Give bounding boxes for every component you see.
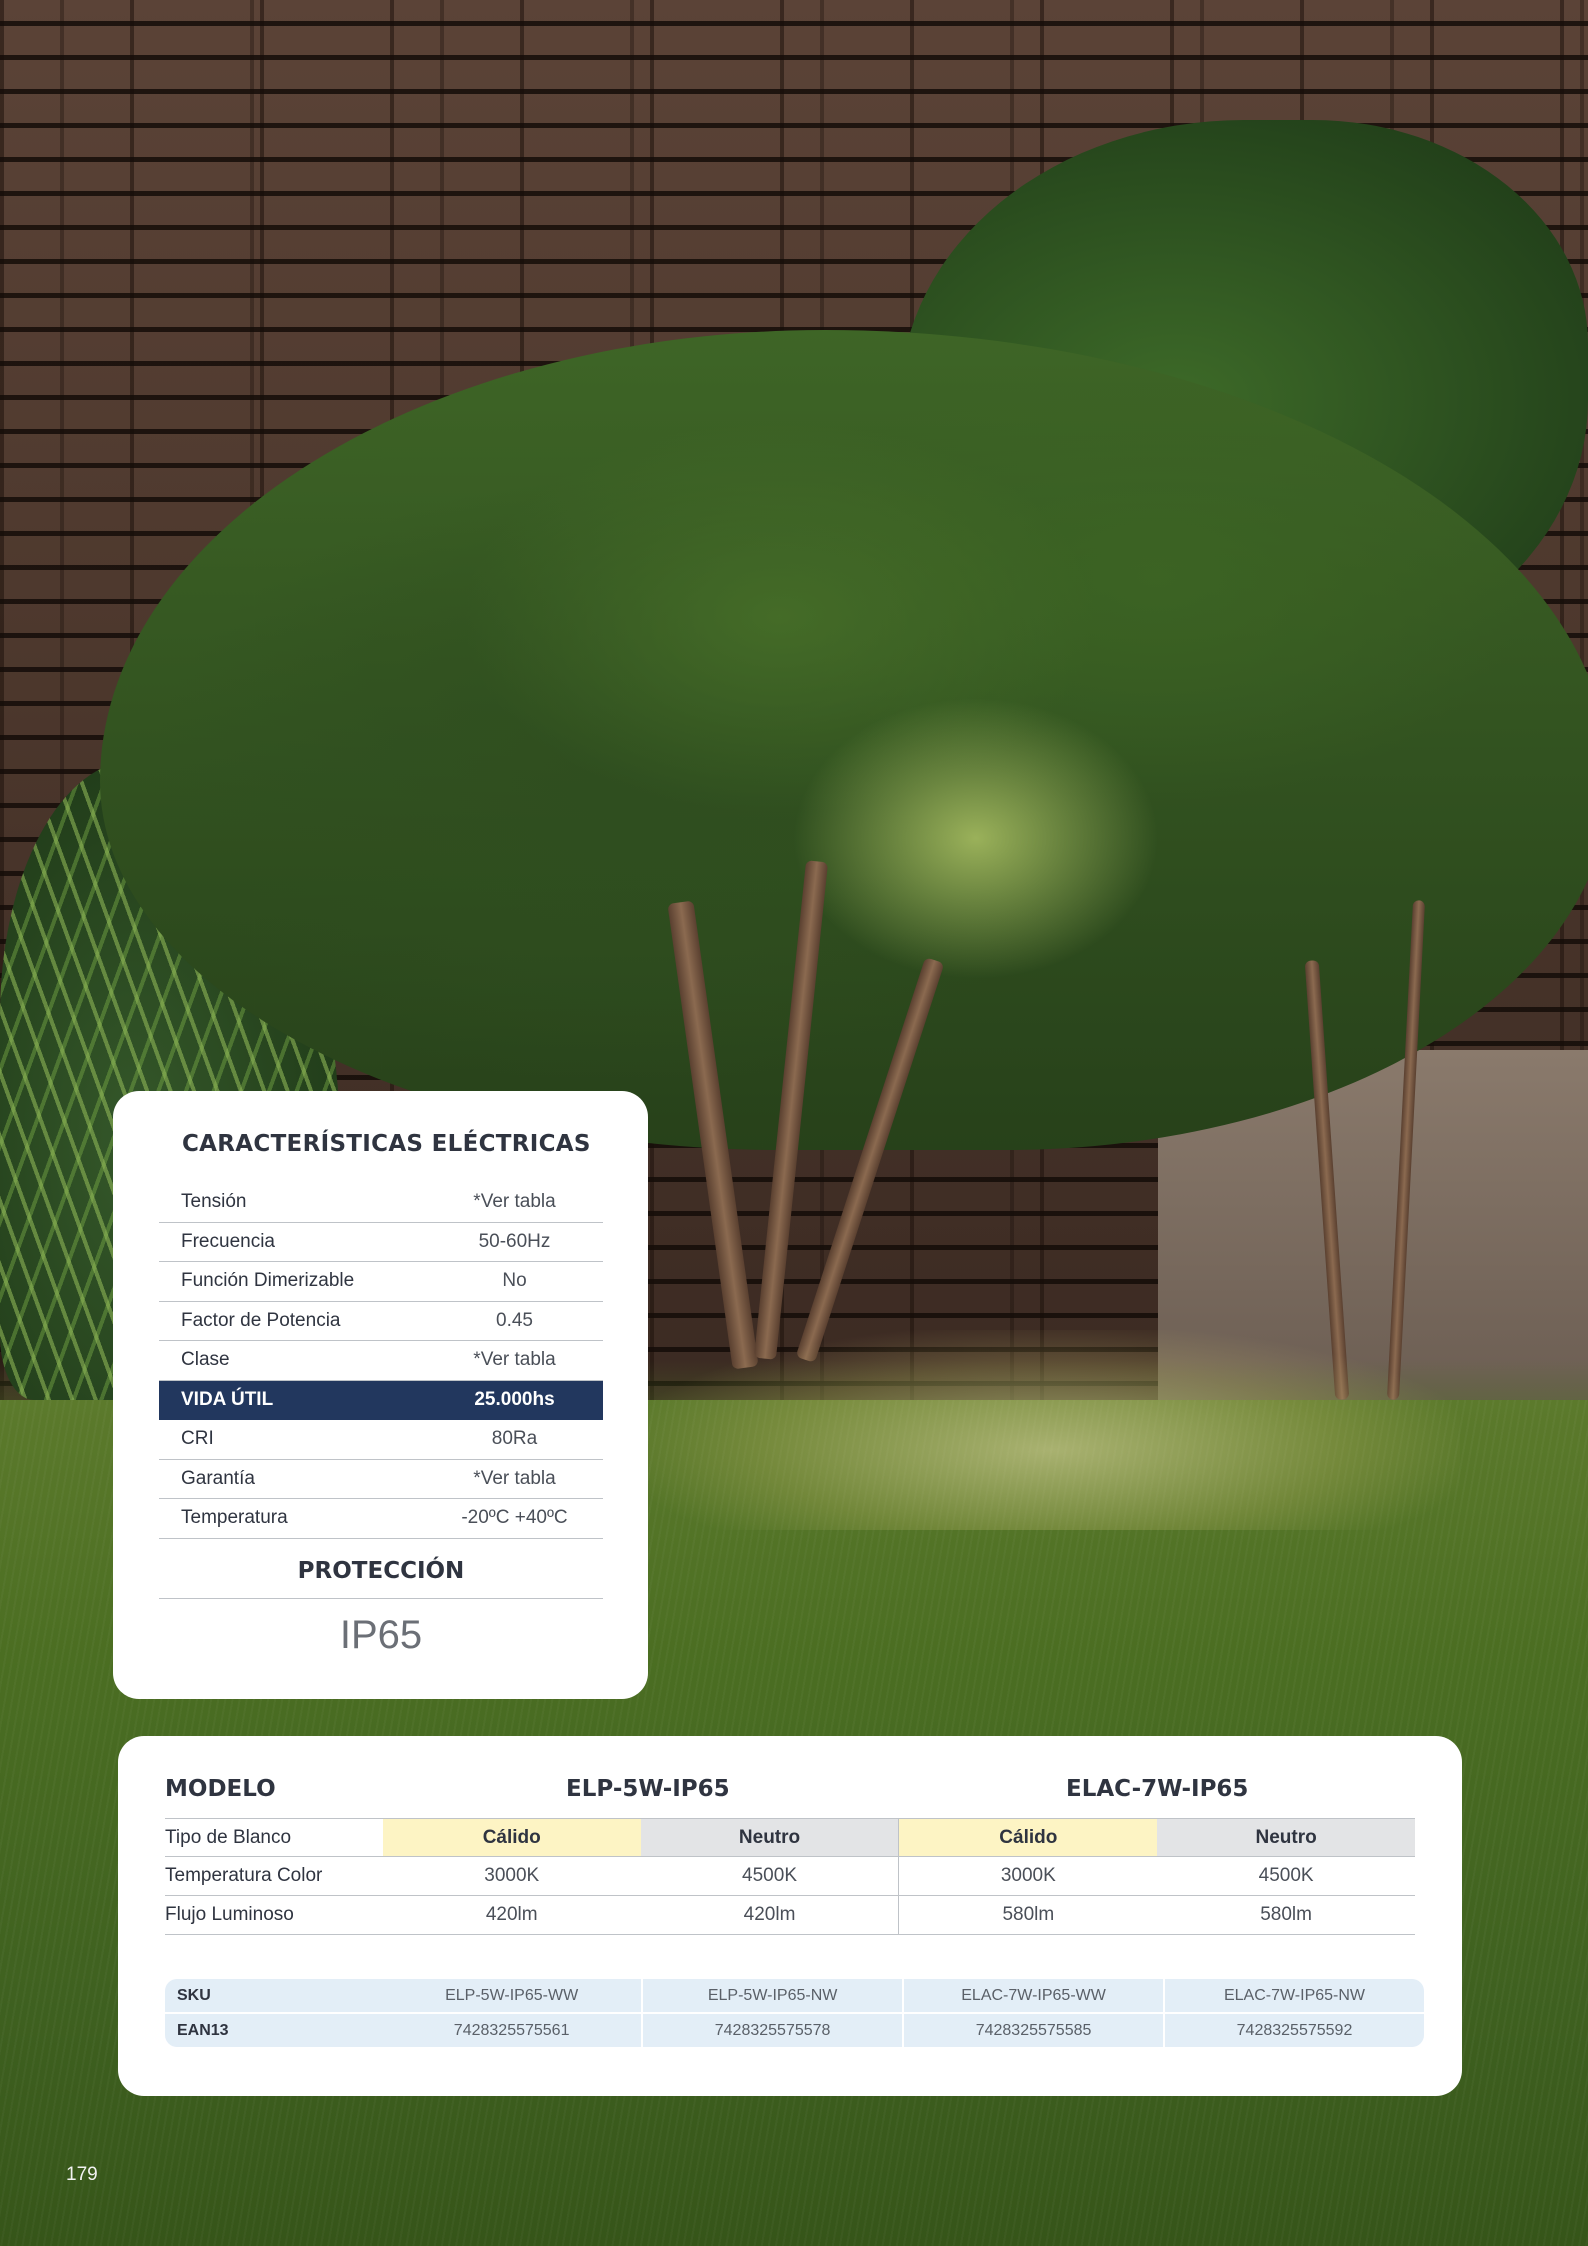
spec-row: Frecuencia 50-60Hz [159,1223,603,1262]
page-number: 179 [66,2164,98,2185]
protection-value: IP65 [339,1613,423,1657]
model-name: ELAC-7W-IP65 [1066,1776,1249,1802]
neutral-cell: Neutro [640,1819,899,1856]
model-specs-card: MODELO ELP-5W-IP65 ELAC-7W-IP65 Tipo de … [118,1736,1462,2096]
spec-row: Temperatura -20ºC +40ºC [159,1499,603,1539]
spec-row-highlighted: VIDA ÚTIL 25.000hs [159,1380,603,1420]
model-header-label: MODELO [165,1776,276,1802]
divider [159,1598,603,1599]
warm-cell: Cálido [382,1819,641,1856]
model-name: ELP-5W-IP65 [566,1776,730,1802]
table-row: Tipo de Blanco Cálido Neutro Cálido Neut… [165,1818,1416,1857]
electrical-specs-title: CARACTERÍSTICAS ELÉCTRICAS [182,1131,591,1157]
protection-title: PROTECCIÓN [297,1558,465,1584]
neutral-cell: Neutro [1157,1819,1416,1856]
spec-row: Función Dimerizable No [159,1262,603,1302]
spec-row: Tensión *Ver tabla [159,1183,603,1223]
spec-row: Clase *Ver tabla [159,1341,603,1381]
sku-row: SKU ELP-5W-IP65-WW ELP-5W-IP65-NW ELAC-7… [165,1979,1424,2012]
table-row: Temperatura Color 3000K 4500K 3000K 4500… [165,1857,1415,1896]
electrical-specs-table: Tensión *Ver tabla Frecuencia 50-60Hz Func… [159,1183,603,1539]
model-specs-table: Tipo de Blanco Cálido Neutro Cálido Neut… [165,1818,1416,1935]
table-row: Flujo Luminoso 420lm 420lm 580lm 580lm [165,1896,1415,1935]
spec-row: Garantía *Ver tabla [159,1460,603,1499]
ean-row: EAN13 7428325575561 7428325575578 742832… [165,2012,1424,2047]
spec-row: Factor de Potencia 0.45 [159,1302,603,1341]
spec-row: CRI 80Ra [159,1420,603,1460]
electrical-specs-card: CARACTERÍSTICAS ELÉCTRICAS Tensión *Ver t… [113,1091,648,1699]
spotlight-glow [640,1330,1460,1530]
warm-cell: Cálido [898,1819,1158,1856]
sku-table: SKU ELP-5W-IP65-WW ELP-5W-IP65-NW ELAC-7… [165,1979,1424,2047]
